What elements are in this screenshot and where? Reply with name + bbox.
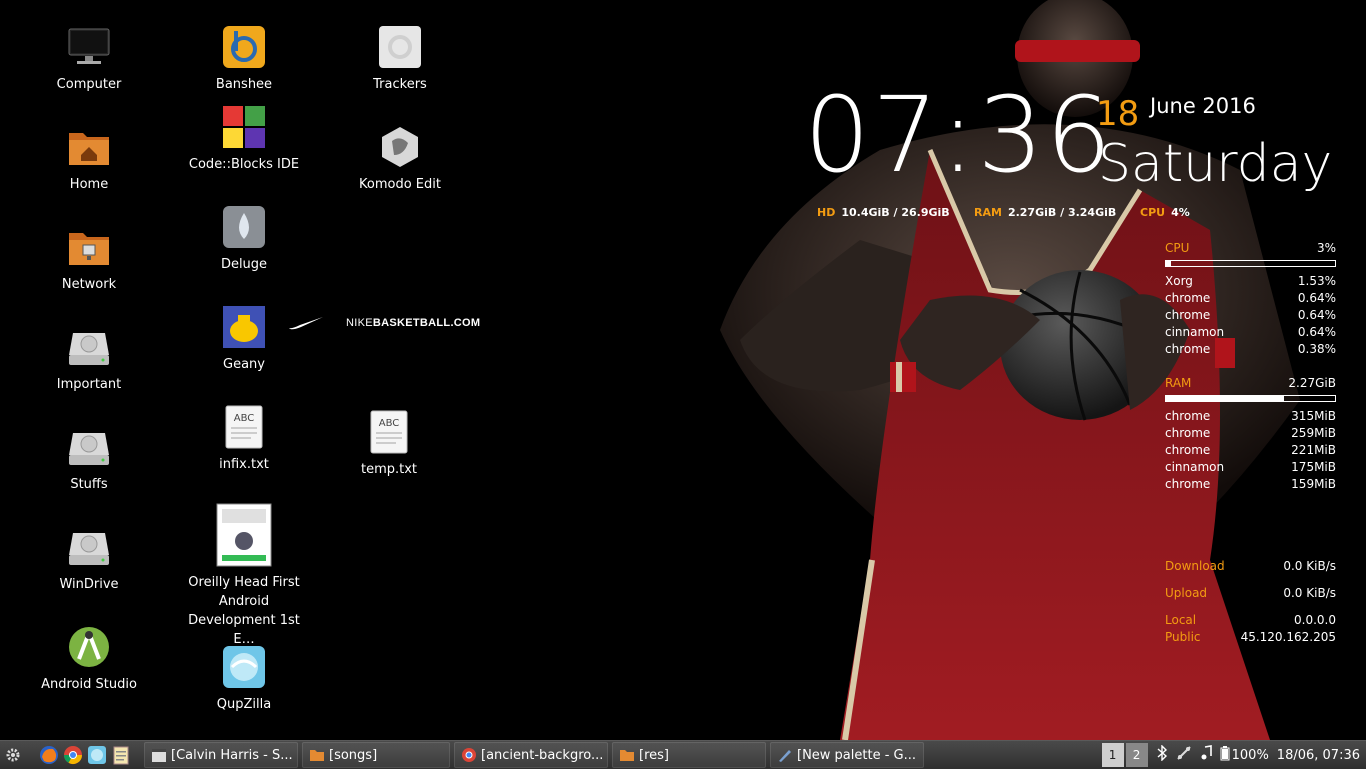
cpu-summary: CPU 4% <box>1140 206 1190 219</box>
desktop-icon-book-pdf[interactable]: Oreilly Head First Android Development 1… <box>179 503 309 649</box>
taskbar-window-res[interactable]: [res] <box>612 742 766 768</box>
chrome-icon <box>462 748 476 762</box>
drive-icon <box>67 325 111 369</box>
battery-percentage: 100% <box>1231 747 1269 763</box>
folder-icon <box>310 750 324 761</box>
list-item: chrome 0.64% <box>1165 291 1336 305</box>
upload-row: Upload 0.0 KiB/s <box>1165 586 1336 600</box>
hd-summary: HD 10.4GiB / 26.9GiB <box>817 206 950 219</box>
taskbar-window-songs[interactable]: [songs] <box>302 742 450 768</box>
desktop-icon-qupzilla[interactable]: QupZilla <box>179 645 309 714</box>
android-studio-icon <box>67 625 111 669</box>
desktop-icon-important[interactable]: Important <box>24 325 154 394</box>
deluge-icon <box>222 205 266 249</box>
list-item: chrome 315MiB <box>1165 409 1336 423</box>
text-file-icon: ABC <box>367 410 411 454</box>
clock-weekday: Saturday <box>1098 134 1333 194</box>
chrome-launcher[interactable] <box>62 744 84 766</box>
list-item: chrome 159MiB <box>1165 477 1336 491</box>
home-folder-icon <box>67 125 111 169</box>
qupzilla-icon <box>88 746 106 764</box>
desktop-icon-banshee[interactable]: Banshee <box>179 25 309 94</box>
komodo-icon <box>378 125 422 169</box>
drive-icon <box>67 425 111 469</box>
desktop-icon-computer[interactable]: Computer <box>24 25 154 94</box>
book-cover-icon <box>216 503 272 567</box>
download-row: Download 0.0 KiB/s <box>1165 559 1336 573</box>
firefox-icon <box>40 746 58 764</box>
system-tray: 100% 18/06, 07:36 <box>1148 744 1366 765</box>
desktop-icon-home[interactable]: Home <box>24 125 154 194</box>
bluetooth-icon[interactable] <box>1156 744 1168 765</box>
folder-icon <box>620 750 634 761</box>
text-file-icon: ABC <box>222 405 266 449</box>
banshee-icon <box>222 25 266 69</box>
trackers-icon <box>378 25 422 69</box>
qupzilla-icon <box>222 645 266 689</box>
text-editor-launcher[interactable] <box>110 744 132 766</box>
notepad-icon <box>113 746 129 765</box>
desktop-icon-stuffs[interactable]: Stuffs <box>24 425 154 494</box>
list-item: Xorg 1.53% <box>1165 274 1336 288</box>
desktop-icon-geany[interactable]: Geany <box>179 305 309 374</box>
codeblocks-icon <box>222 105 266 149</box>
desktop-icon-windrive[interactable]: WinDrive <box>24 525 154 594</box>
taskbar-window-ancient-background[interactable]: [ancient-backgro... <box>454 742 608 768</box>
cpu-process-list: Xorg 1.53% chrome 0.64% chrome 0.64% cinnam… <box>1165 273 1336 358</box>
svg-text:ABC: ABC <box>234 413 255 424</box>
workspace-2[interactable]: 2 <box>1125 743 1148 767</box>
ram-process-list: chrome 315MiB chrome 259MiB chrome 221MiB c… <box>1165 408 1336 493</box>
desktop-icon-deluge[interactable]: Deluge <box>179 205 309 274</box>
menu-button[interactable] <box>2 744 24 766</box>
qupzilla-launcher[interactable] <box>86 744 108 766</box>
clock-time: 07:36 <box>804 74 1114 196</box>
nike-watermark-text: NIKEBASKETBALL.COM <box>346 317 481 329</box>
battery-icon[interactable] <box>1220 745 1230 765</box>
cpu-usage-bar <box>1165 260 1336 267</box>
list-item: chrome 0.38% <box>1165 342 1336 356</box>
ram-usage-bar <box>1165 395 1336 402</box>
network-disconnected-icon[interactable] <box>1176 745 1192 765</box>
taskbar: [Calvin Harris - S... [songs] [ancient-b… <box>0 740 1366 769</box>
desktop-icon-infix-txt[interactable]: ABC infix.txt <box>179 405 309 474</box>
geany-icon <box>222 305 266 349</box>
desktop-icon-trackers[interactable]: Trackers <box>335 25 465 94</box>
chrome-icon <box>64 746 82 765</box>
local-ip-row: Local 0.0.0.0 <box>1165 613 1336 627</box>
list-item: chrome 259MiB <box>1165 426 1336 440</box>
gear-icon <box>6 748 20 762</box>
nike-watermark: NIKEBASKETBALL.COM <box>288 316 480 330</box>
list-item: cinnamon 0.64% <box>1165 325 1336 339</box>
network-folder-icon <box>67 225 111 269</box>
desktop-icon-komodo[interactable]: Komodo Edit <box>335 125 465 194</box>
system-monitor: CPU 3% Xorg 1.53% chrome 0.64% chrome 0.64% … <box>1165 240 1336 646</box>
clock-day: 18 <box>1096 94 1140 134</box>
music-icon[interactable] <box>1200 745 1212 765</box>
cpu-header: CPU 3% <box>1165 241 1336 255</box>
monitor-icon <box>67 25 111 69</box>
list-item: chrome 0.64% <box>1165 308 1336 322</box>
desktop-icon-network[interactable]: Network <box>24 225 154 294</box>
clock-month-year: June 2016 <box>1150 94 1256 118</box>
drive-icon <box>67 525 111 569</box>
desktop-icon-codeblocks[interactable]: Code::Blocks IDE <box>179 105 309 174</box>
desktop-icon-android-studio[interactable]: Android Studio <box>24 625 154 694</box>
clapper-icon <box>152 749 166 762</box>
taskbar-window-new-palette[interactable]: [New palette - G... <box>770 742 924 768</box>
gimp-icon <box>779 750 791 762</box>
desktop-icon-temp-txt[interactable]: ABC temp.txt <box>324 410 454 479</box>
ram-summary: RAM 2.27GiB / 3.24GiB <box>974 206 1117 219</box>
svg-text:ABC: ABC <box>379 418 400 429</box>
firefox-launcher[interactable] <box>38 744 60 766</box>
list-item: chrome 221MiB <box>1165 443 1336 457</box>
taskbar-clock[interactable]: 18/06, 07:36 <box>1277 748 1360 763</box>
taskbar-window-calvin-harris[interactable]: [Calvin Harris - S... <box>144 742 298 768</box>
ram-header: RAM 2.27GiB <box>1165 376 1336 390</box>
workspace-1[interactable]: 1 <box>1101 743 1124 767</box>
public-ip-row: Public 45.120.162.205 <box>1165 630 1336 644</box>
list-item: cinnamon 175MiB <box>1165 460 1336 474</box>
